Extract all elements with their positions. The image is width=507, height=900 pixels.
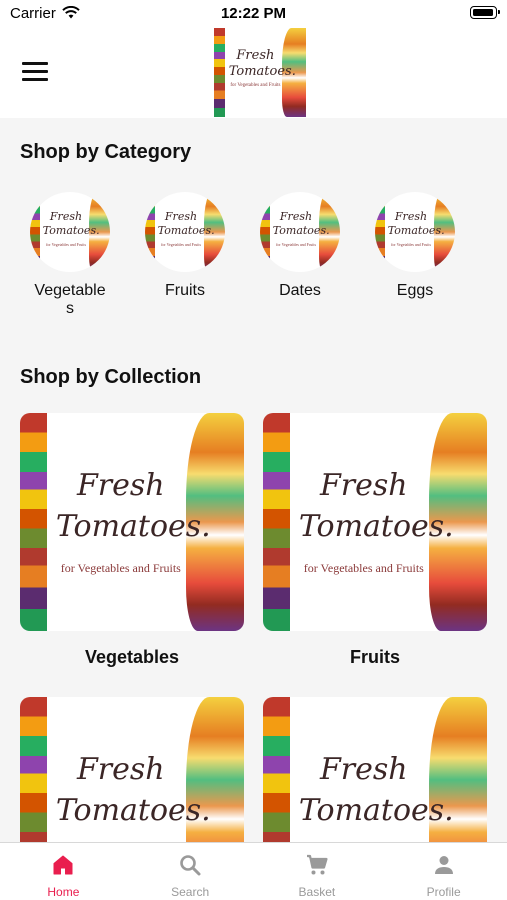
status-bar: Carrier 12:22 PM [0, 0, 507, 28]
logo-line1: Fresh [319, 751, 408, 787]
logo-tagline: for Vegetables and Fruits [60, 561, 181, 576]
logo-line1: Fresh [76, 751, 165, 787]
logo-line2: Tomatoes. [228, 63, 296, 79]
logo-line2: Tomatoes. [157, 224, 215, 237]
category-section-title: Shop by Category [20, 141, 192, 163]
brand-logo[interactable]: Fresh Tomatoes. for Vegetables and Fruit… [214, 28, 306, 117]
status-time: 12:22 PM [220, 5, 287, 22]
battery-icon [470, 6, 500, 19]
person-icon [434, 856, 453, 874]
logo-line2: Tomatoes. [42, 224, 100, 237]
logo-tagline: for Vegetables and Fruits [45, 241, 87, 247]
category-image: Fresh Tomatoes. for Vegetables and Fruit… [375, 192, 455, 272]
logo-line2: Tomatoes. [272, 224, 330, 237]
category-label: Eggs [396, 282, 434, 299]
logo-line1: Fresh [279, 209, 313, 223]
category-image: Fresh Tomatoes. for Vegetables and Fruit… [145, 192, 225, 272]
logo-tagline: for Vegetables and Fruits [390, 241, 432, 247]
tab-basket[interactable]: Basket [254, 843, 381, 900]
collection-section-title: Shop by Collection [20, 366, 202, 388]
logo-tagline: for Vegetables and Fruits [303, 561, 424, 576]
category-label: Dates [279, 282, 321, 299]
logo-line1: Fresh [236, 47, 275, 63]
search-icon [180, 855, 201, 876]
tab-profile[interactable]: Profile [380, 843, 507, 900]
bottom-tab-bar: Home Search Basket Profile [0, 842, 507, 900]
tab-label: Search [171, 885, 210, 899]
logo-line1: Fresh [164, 209, 198, 223]
top-header: Fresh Tomatoes. for Vegetables and Fruit… [0, 28, 507, 118]
collection-card-fruits[interactable]: Fresh Tomatoes. for Vegetables and Fruit… [263, 413, 487, 631]
logo-line1: Fresh [394, 209, 428, 223]
tab-home[interactable]: Home [0, 843, 127, 900]
tab-search[interactable]: Search [127, 843, 254, 900]
logo-line2: Tomatoes. [298, 792, 454, 828]
collection-card-vegetables[interactable]: Fresh Tomatoes. for Vegetables and Fruit… [20, 413, 244, 631]
collection-label: Fruits [349, 647, 400, 667]
category-item-dates[interactable]: Fresh Tomatoes. for Vegetables and Fruit… [246, 192, 354, 300]
logo-tagline: for Vegetables and Fruits [160, 241, 202, 247]
logo-line2: Tomatoes. [55, 792, 211, 828]
category-label: Vegetables [34, 282, 106, 317]
app-screen: Carrier 12:22 PM Fresh Tomatoes. for Veg… [0, 0, 507, 900]
category-label: Fruits [165, 282, 205, 299]
category-image: Fresh Tomatoes. for Vegetables and Fruit… [260, 192, 340, 272]
home-icon [53, 855, 73, 875]
category-item-fruits[interactable]: Fresh Tomatoes. for Vegetables and Fruit… [131, 192, 239, 300]
logo-tagline: for Vegetables and Fruits [230, 83, 281, 89]
logo-line1: Fresh [319, 467, 408, 503]
tab-label: Basket [298, 885, 336, 899]
cart-icon [306, 854, 328, 875]
logo-line2: Tomatoes. [55, 508, 211, 544]
category-item-vegetables[interactable]: Fresh Tomatoes. for Vegetables and Fruit… [16, 192, 124, 318]
tab-label: Home [47, 885, 80, 899]
logo-tagline: for Vegetables and Fruits [275, 241, 317, 247]
logo-line2: Tomatoes. [387, 224, 445, 237]
hamburger-menu-icon[interactable] [22, 62, 48, 82]
category-image: Fresh Tomatoes. for Vegetables and Fruit… [30, 192, 110, 272]
logo-line2: Tomatoes. [298, 508, 454, 544]
category-item-eggs[interactable]: Fresh Tomatoes. for Vegetables and Fruit… [361, 192, 469, 300]
tab-label: Profile [426, 885, 461, 899]
collection-label: Vegetables [84, 647, 180, 667]
logo-line1: Fresh [76, 467, 165, 503]
logo-line1: Fresh [49, 209, 83, 223]
